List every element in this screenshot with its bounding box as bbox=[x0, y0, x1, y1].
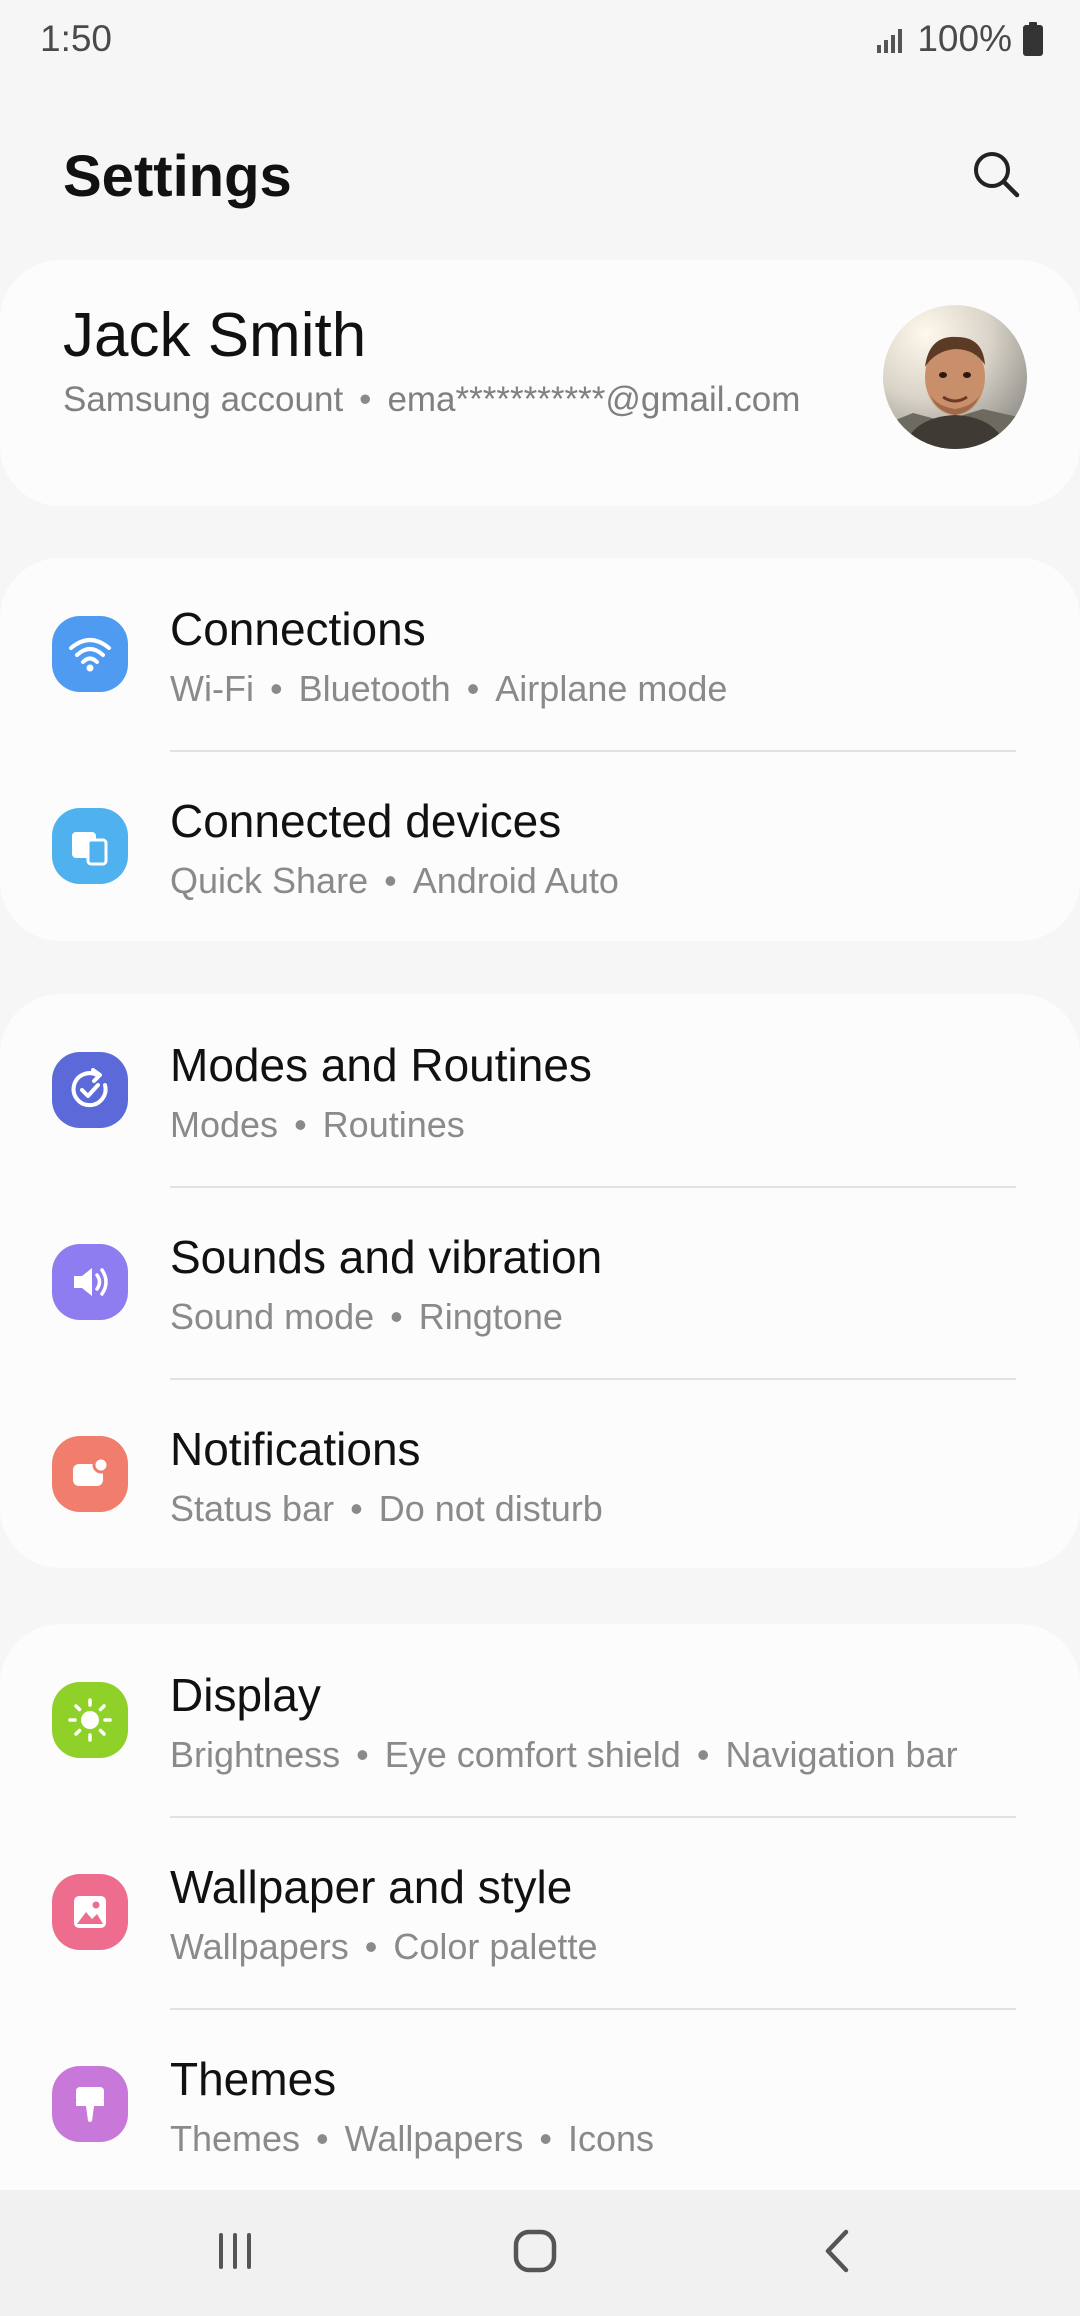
settings-screen: 1:50 100% Settings Jack Smith Samsung ac… bbox=[0, 0, 1080, 2316]
navigation-bar bbox=[0, 2190, 1080, 2316]
subtitle-part: Routines bbox=[322, 1104, 465, 1145]
account-card[interactable]: Jack Smith Samsung account • ema**********… bbox=[0, 260, 1080, 506]
subtitle-part: Brightness bbox=[170, 1734, 341, 1775]
settings-item-themes[interactable]: Themes Themes • Wallpapers • Icons bbox=[0, 2008, 1080, 2200]
subtitle-part: Modes bbox=[170, 1104, 279, 1145]
settings-item-subtitle: Modes • Routines bbox=[170, 1104, 465, 1145]
status-indicators: 100% bbox=[877, 18, 1044, 60]
subtitle-part: Airplane mode bbox=[495, 668, 728, 709]
sun-icon bbox=[52, 1682, 128, 1758]
account-details: Samsung account • ema***********@gmail.com bbox=[63, 380, 801, 419]
page-title: Settings bbox=[63, 144, 292, 209]
settings-item-subtitle: Quick Share • Android Auto bbox=[170, 860, 619, 901]
settings-item-title: Modes and Routines bbox=[170, 1039, 592, 1091]
home-button[interactable] bbox=[490, 2218, 580, 2288]
settings-item-wallpaper[interactable]: Wallpaper and style Wallpapers • Color pal… bbox=[0, 1816, 1080, 2008]
subtitle-part: Wallpapers bbox=[170, 1926, 349, 1967]
subtitle-part: Eye comfort shield bbox=[384, 1734, 681, 1775]
avatar[interactable] bbox=[883, 305, 1027, 449]
settings-item-title: Connected devices bbox=[170, 795, 562, 847]
settings-item-title: Display bbox=[170, 1669, 321, 1721]
subtitle-part: Android Auto bbox=[412, 860, 619, 901]
notification-icon bbox=[52, 1436, 128, 1512]
settings-item-title: Sounds and vibration bbox=[170, 1231, 603, 1283]
subtitle-part: Themes bbox=[170, 2118, 301, 2159]
subtitle-part: Ringtone bbox=[418, 1296, 563, 1337]
settings-item-subtitle: Wallpapers • Color palette bbox=[170, 1926, 598, 1967]
settings-item-title: Themes bbox=[170, 2053, 337, 2105]
subtitle-part: Wi-Fi bbox=[170, 668, 254, 709]
settings-item-subtitle: Wi-Fi • Bluetooth • Airplane mode bbox=[170, 668, 728, 709]
battery-percent: 100% bbox=[917, 18, 1012, 59]
settings-item-connected-devices[interactable]: Connected devices Quick Share • Android Au… bbox=[0, 750, 1080, 942]
brush-icon bbox=[52, 2066, 128, 2142]
settings-group-modes: Modes and Routines Modes • Routines Sounds… bbox=[0, 994, 1080, 1568]
settings-item-title: Wallpaper and style bbox=[170, 1861, 573, 1913]
speaker-icon bbox=[52, 1244, 128, 1320]
back-icon bbox=[822, 2229, 852, 2278]
subtitle-part: Do not disturb bbox=[378, 1488, 603, 1529]
settings-item-title: Connections bbox=[170, 603, 426, 655]
devices-icon bbox=[52, 808, 128, 884]
account-name: Jack Smith bbox=[63, 301, 367, 370]
settings-item-connections[interactable]: Connections Wi-Fi • Bluetooth • Airplane mod… bbox=[0, 558, 1080, 750]
subtitle-part: Sound mode bbox=[170, 1296, 375, 1337]
battery-icon bbox=[1022, 22, 1044, 56]
account-email: ema***********@gmail.com bbox=[387, 380, 801, 419]
settings-item-subtitle: Status bar • Do not disturb bbox=[170, 1488, 603, 1529]
search-icon bbox=[970, 148, 1022, 205]
subtitle-part: Status bar bbox=[170, 1488, 335, 1529]
subtitle-part: Icons bbox=[568, 2118, 655, 2159]
settings-item-display[interactable]: Display Brightness • Eye comfort shield • Na… bbox=[0, 1624, 1080, 1816]
settings-item-subtitle: Sound mode • Ringtone bbox=[170, 1296, 563, 1337]
image-icon bbox=[52, 1874, 128, 1950]
status-bar: 1:50 100% bbox=[0, 0, 1080, 84]
signal-icon bbox=[877, 25, 907, 53]
settings-item-subtitle: Themes • Wallpapers • Icons bbox=[170, 2118, 655, 2159]
subtitle-part: Quick Share bbox=[170, 860, 369, 901]
recent-apps-button[interactable] bbox=[190, 2218, 280, 2288]
back-button[interactable] bbox=[792, 2218, 882, 2288]
subtitle-part: Bluetooth bbox=[298, 668, 451, 709]
routine-check-icon bbox=[52, 1052, 128, 1128]
settings-item-subtitle: Brightness • Eye comfort shield • Navigation… bbox=[170, 1734, 958, 1775]
recent-apps-icon bbox=[215, 2231, 255, 2276]
subtitle-part: Color palette bbox=[393, 1926, 598, 1967]
settings-item-modes-routines[interactable]: Modes and Routines Modes • Routines bbox=[0, 994, 1080, 1186]
status-time: 1:50 bbox=[40, 18, 113, 59]
wifi-icon bbox=[52, 616, 128, 692]
subtitle-part: Navigation bar bbox=[725, 1734, 958, 1775]
account-label: Samsung account bbox=[63, 380, 344, 419]
settings-group-connectivity: Connections Wi-Fi • Bluetooth • Airplane mod… bbox=[0, 558, 1080, 941]
settings-item-sounds[interactable]: Sounds and vibration Sound mode • Ringtone bbox=[0, 1186, 1080, 1378]
settings-item-title: Notifications bbox=[170, 1423, 421, 1475]
settings-item-notifications[interactable]: Notifications Status bar • Do not disturb bbox=[0, 1378, 1080, 1570]
subtitle-part: Wallpapers bbox=[344, 2118, 524, 2159]
home-icon bbox=[513, 2229, 557, 2278]
search-button[interactable] bbox=[960, 140, 1032, 212]
